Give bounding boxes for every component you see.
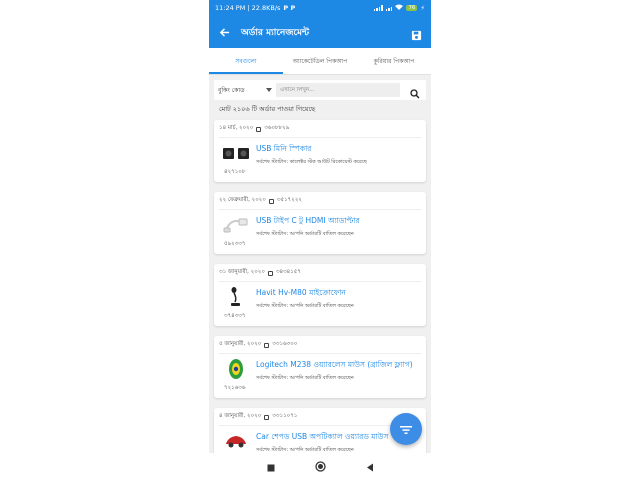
app-bar: অর্ডার ম্যানেজমেন্ট: [209, 16, 431, 48]
save-icon[interactable]: [411, 26, 423, 41]
order-status: সর্বশেষ স্ট্যাটাস: কালেক্টর স্টক আউট রিক…: [256, 159, 367, 165]
tab-bar: সবগুলো অ্যাকেটেডিল পিকআপ কুরিয়ার পিকআপ: [209, 48, 431, 75]
speaker-icon: [221, 143, 251, 163]
order-box-icon: [256, 126, 262, 132]
product-id: ৩৭৪৩৩৭: [224, 313, 246, 319]
order-id: ৩৩১১০৭১: [272, 413, 298, 419]
divider: [219, 353, 421, 354]
dropdown-caret-icon: [266, 88, 272, 92]
page-title: অর্ডার ম্যানেজমেন্ট: [241, 27, 310, 38]
system-nav-bar: [209, 453, 431, 480]
status-time: 11:24 PM | 22.8KB/s: [215, 4, 281, 12]
search-input[interactable]: [276, 83, 400, 97]
order-status: সর্বশেষ স্ট্যাটাস: আপনি অর্ডারটি বাতিল ক…: [256, 303, 354, 309]
order-date: ১৪ মার্চ, ২০২০: [219, 125, 254, 131]
product-name[interactable]: USB টাইপ C টু HDMI অ্যাডাপ্টার: [256, 216, 360, 228]
order-date: ২২ ফেব্রুয়ারী, ২০২০: [219, 197, 266, 203]
tab-all[interactable]: সবগুলো: [209, 48, 283, 74]
order-count: মোট ২১০৬ টি অর্ডার পাওয়া গিয়েছে: [219, 105, 316, 113]
order-date: ৪ জানুয়ারী, ২০২০: [219, 413, 262, 419]
order-id: ৩৪৩৪১৫৭: [275, 269, 301, 275]
back-arrow-icon[interactable]: [217, 25, 231, 39]
product-id: ৭২১৬৩৬: [224, 385, 246, 391]
product-name[interactable]: USB মিনি স্পিকার: [256, 144, 311, 156]
divider: [219, 137, 421, 138]
divider: [219, 281, 421, 282]
recent-apps-icon[interactable]: [267, 457, 275, 476]
product-name[interactable]: Car শেপড USB অপটিক্যাল ওয়্যারড মাউস: [256, 432, 388, 444]
car-mouse-icon: [221, 431, 251, 451]
order-id: ৩৫১৭২২২: [276, 197, 302, 203]
product-name[interactable]: Havit Hv-M80 মাইক্রোফোন: [256, 288, 346, 300]
product-id: ৪২৭১০৮: [224, 169, 246, 175]
adapter-icon: [221, 215, 251, 235]
filter-fab-button[interactable]: [390, 413, 422, 445]
order-id: ৩৬০৮৮২৯: [264, 125, 290, 131]
mouse-icon: [221, 359, 251, 379]
order-box-icon: [267, 270, 273, 276]
phone-screen: 11:24 PM | 22.8KB/s P P 76 ⚡ অর্ডার ম্যা…: [209, 0, 431, 480]
tab-accepted-pickup[interactable]: অ্যাকেটেডিল পিকআপ: [283, 48, 357, 74]
charging-icon: ⚡: [420, 4, 425, 12]
status-bar: 11:24 PM | 22.8KB/s P P 76 ⚡: [209, 0, 431, 16]
divider: [219, 209, 421, 210]
order-box-icon: [268, 198, 274, 204]
order-card[interactable]: ৫ জানুয়ারী, ২০২০ ৩৩১৬৩০০ Logitech M238 …: [214, 336, 426, 398]
order-card[interactable]: ২২ ফেব্রুয়ারী, ২০২০ ৩৫১৭২২২ USB টাইপ C …: [214, 192, 426, 254]
signal-icon: [373, 5, 383, 11]
signal-2-icon: [385, 5, 393, 11]
order-box-icon: [264, 342, 270, 348]
notification-icon: P P: [283, 4, 296, 12]
product-id: ৫৯২৩৩৭: [224, 241, 246, 247]
search-icon[interactable]: [410, 84, 422, 99]
order-card[interactable]: ৩১ জানুয়ারী, ২০২০ ৩৪৩৪১৫৭ Havit Hv-M80 …: [214, 264, 426, 326]
search-bar: বুকিং কোড: [214, 80, 426, 100]
microphone-icon: [221, 287, 251, 307]
order-card[interactable]: ১৪ মার্চ, ২০২০ ৩৬০৮৮২৯ USB মিনি স্পিকার …: [214, 120, 426, 182]
back-icon[interactable]: [366, 457, 374, 476]
battery-icon: 76: [406, 5, 418, 11]
wifi-icon: [395, 4, 404, 12]
tab-courier-pickup[interactable]: কুরিয়ার পিকআপ: [357, 48, 431, 74]
order-box-icon: [264, 414, 270, 420]
home-icon[interactable]: [314, 457, 326, 476]
order-date: ৩১ জানুয়ারী, ২০২০: [219, 269, 265, 275]
order-status: সর্বশেষ স্ট্যাটাস: আপনি অর্ডারটি বাতিল ক…: [256, 375, 354, 381]
product-name[interactable]: Logitech M238 ওয়্যারলেস মাউস (ব্রাজিল ফ…: [256, 360, 413, 372]
order-date: ৫ জানুয়ারী, ২০২০: [219, 341, 262, 347]
order-status: সর্বশেষ স্ট্যাটাস: আপনি অর্ডারটি বাতিল ক…: [256, 231, 354, 237]
filter-icon: [400, 420, 412, 439]
search-type-dropdown[interactable]: বুকিং কোড: [218, 85, 276, 96]
order-id: ৩৩১৬৩০০: [272, 341, 298, 347]
